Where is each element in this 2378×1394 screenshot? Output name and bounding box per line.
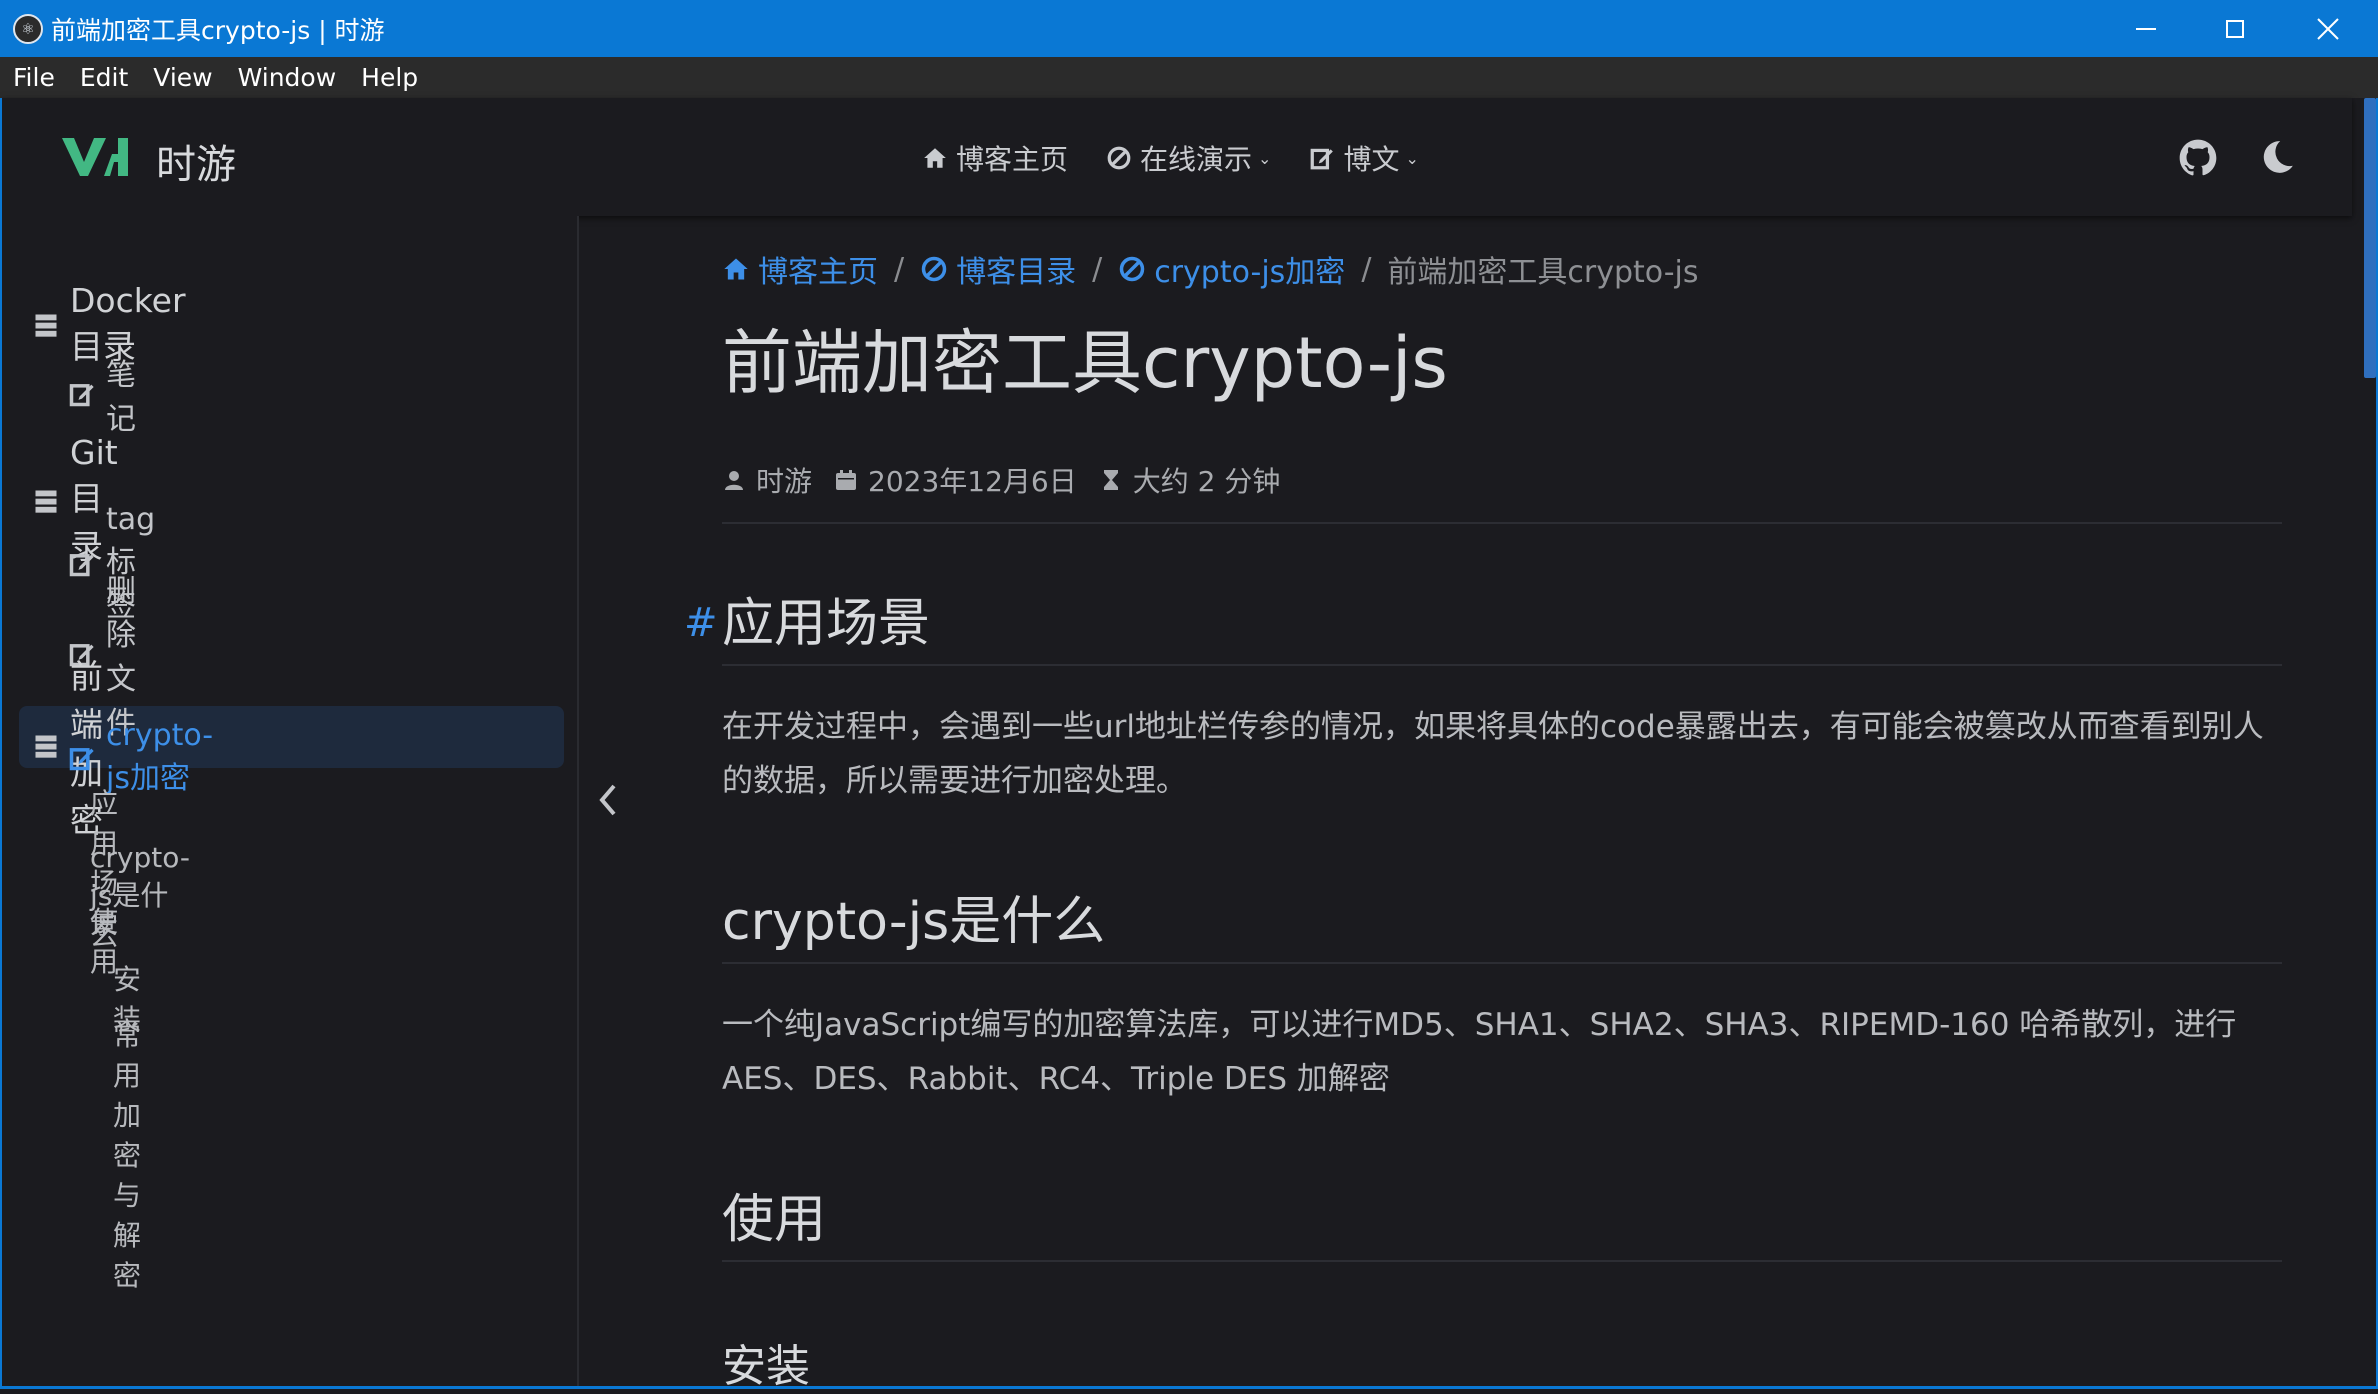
moon-icon[interactable] — [2258, 138, 2296, 176]
menu-window[interactable]: Window — [226, 63, 349, 92]
nav-link-label: 博文 — [1343, 143, 1400, 176]
chevron-down-icon: ⌄ — [1258, 148, 1272, 168]
breadcrumb-crypto[interactable]: crypto-js加密 — [1118, 247, 1345, 291]
edit-icon — [69, 384, 94, 407]
breadcrumb-home[interactable]: 博客主页 — [722, 247, 878, 291]
maximize-button[interactable] — [2190, 0, 2280, 57]
link-icon — [921, 256, 947, 282]
sidebar-item-label: crypto-js加密 — [106, 718, 214, 796]
divider — [722, 522, 2282, 524]
edit-icon — [1311, 148, 1334, 170]
section-paragraph: 在开发过程中，会遇到一些url地址栏传参的情况，如果将具体的code暴露出去，有… — [722, 709, 2264, 799]
article-meta: 时游 2023年12月6日 大约 2 分钟 — [722, 460, 1302, 500]
close-button[interactable] — [2283, 0, 2373, 57]
scrollbar-thumb[interactable] — [2364, 98, 2376, 378]
window-border — [0, 98, 2, 1389]
home-icon — [724, 258, 748, 280]
book-icon — [35, 735, 57, 758]
menu-bar: File Edit View Window Help — [0, 57, 2378, 98]
divider — [722, 664, 2282, 666]
github-icon[interactable] — [2178, 138, 2218, 178]
nav-link-label: 博客主页 — [956, 143, 1069, 176]
section-heading: crypto-js是什么 — [722, 892, 1106, 952]
nav-link-home[interactable]: 博客主页 — [922, 138, 1068, 178]
close-icon — [2317, 17, 2339, 40]
breadcrumb-separator: / — [1361, 251, 1372, 287]
user-icon — [725, 471, 743, 490]
divider — [722, 962, 2282, 964]
section-subheading: 安装 — [722, 1341, 810, 1392]
breadcrumb-current: 前端加密工具crypto-js — [1387, 255, 1699, 290]
breadcrumb-separator: / — [1092, 251, 1103, 287]
meta-date: 2023年12月6日 — [834, 460, 1077, 500]
breadcrumb-label: 博客主页 — [758, 255, 878, 290]
link-icon — [1107, 146, 1131, 170]
nav-link-posts[interactable]: 博文 ⌄ — [1309, 138, 1419, 178]
electron-icon: ⚛ — [13, 13, 43, 44]
book-icon — [35, 314, 57, 337]
breadcrumb: 博客主页 / 博客目录 / crypto-js加密 / 前端加密工具crypto… — [722, 247, 1699, 291]
hourglass-icon — [1103, 470, 1118, 490]
site-logo[interactable] — [60, 132, 130, 182]
meta-author-text: 时游 — [756, 465, 813, 498]
nav-link-demo[interactable]: 在线演示 ⌄ — [1106, 138, 1271, 178]
chevron-left-icon[interactable] — [592, 780, 624, 820]
site-navbar: 时游 博客主页 在线演示 ⌄ 博文 ⌄ — [2, 98, 2352, 216]
minimize-button[interactable] — [2101, 0, 2191, 57]
menu-view[interactable]: View — [141, 63, 224, 92]
menu-help[interactable]: Help — [349, 63, 430, 92]
meta-reading-time-text: 大约 2 分钟 — [1132, 465, 1281, 498]
toc-item-encrypt-decrypt[interactable]: 常用加密与解密 — [113, 1014, 141, 1294]
maximize-icon — [2226, 19, 2244, 38]
calendar-icon — [836, 470, 857, 490]
meta-date-text: 2023年12月6日 — [868, 465, 1077, 498]
home-icon — [924, 148, 946, 168]
page-title: 前端加密工具crypto-js — [722, 322, 1448, 404]
menu-edit[interactable]: Edit — [68, 63, 140, 92]
section-heading: 使用 — [722, 1190, 827, 1250]
nav-link-label: 在线演示 — [1140, 143, 1253, 176]
window-title: 前端加密工具crypto-js | 时游 — [51, 15, 385, 45]
breadcrumb-label: 博客目录 — [956, 255, 1077, 290]
divider — [722, 1260, 2282, 1262]
nav-links: 博客主页 在线演示 ⌄ 博文 ⌄ — [922, 138, 1457, 178]
meta-author: 时游 — [722, 460, 812, 500]
site-name[interactable]: 时游 — [156, 132, 236, 190]
breadcrumb-label: crypto-js加密 — [1154, 255, 1346, 290]
sidebar-item-notes[interactable]: 笔记 — [68, 350, 136, 438]
section-paragraph: 一个纯JavaScript编写的加密算法库，可以进行MD5、SHA1、SHA2、… — [722, 1007, 2237, 1097]
minimize-icon — [2136, 27, 2156, 30]
breadcrumb-catalog[interactable]: 博客目录 — [920, 247, 1076, 291]
book-icon — [35, 490, 57, 513]
section-heading: 应用场景 — [722, 594, 931, 654]
link-icon — [1119, 256, 1145, 282]
edit-icon — [69, 747, 94, 770]
breadcrumb-separator: / — [894, 251, 905, 287]
heading-anchor[interactable]: # — [684, 600, 718, 646]
chevron-down-icon: ⌄ — [1405, 148, 1419, 168]
menu-file[interactable]: File — [1, 63, 67, 92]
meta-reading-time: 大约 2 分钟 — [1099, 460, 1281, 500]
title-bar: ⚛ 前端加密工具crypto-js | 时游 — [0, 0, 2378, 57]
sidebar-item-label: 删除文件 — [106, 574, 136, 741]
sidebar-item-label: 笔记 — [106, 358, 136, 437]
